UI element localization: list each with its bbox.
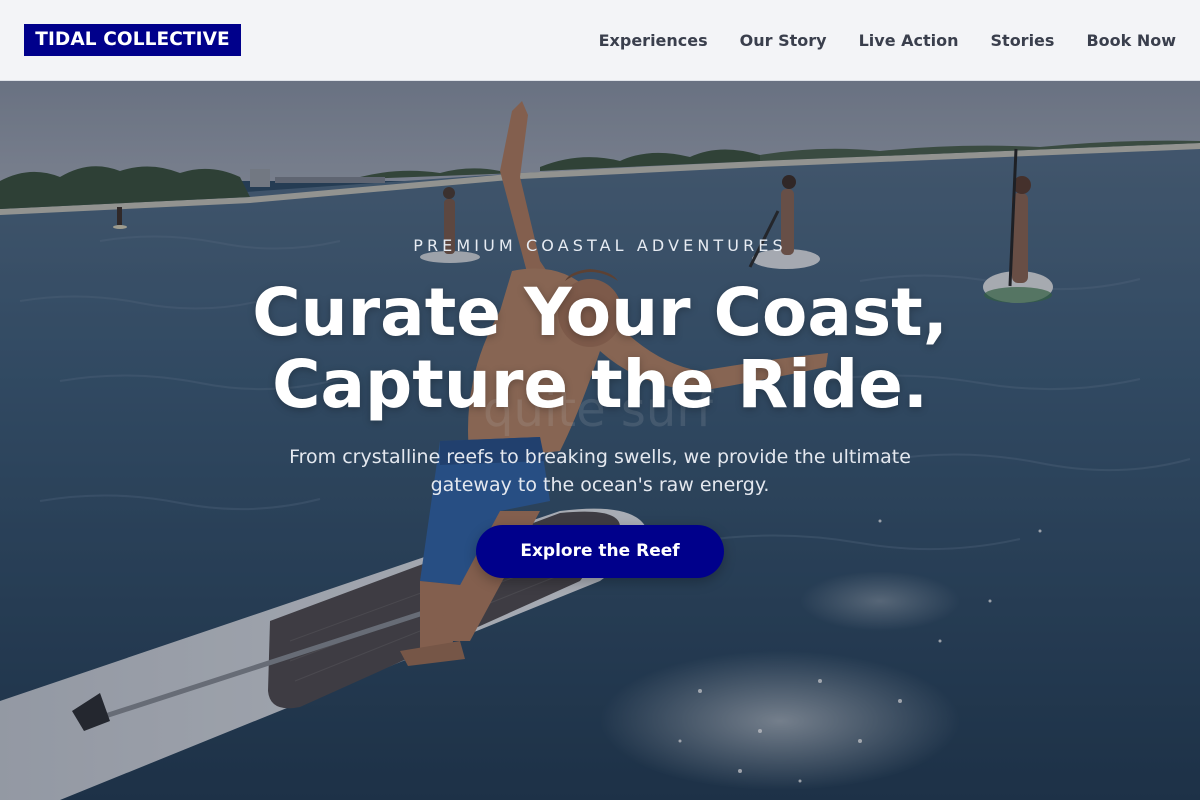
nav-item-stories[interactable]: Stories <box>991 31 1055 50</box>
hero-section: quite surf PREMIUM COASTAL ADVENTURES Cu… <box>0 81 1200 800</box>
hero-eyebrow: PREMIUM COASTAL ADVENTURES <box>413 236 787 255</box>
nav-item-our-story[interactable]: Our Story <box>740 31 827 50</box>
hero-headline-line-2: Capture the Ride. <box>272 346 928 423</box>
explore-reef-button[interactable]: Explore the Reef <box>476 525 724 578</box>
hero-headline: Curate Your Coast, Capture the Ride. <box>0 277 1200 421</box>
hero-subtext: From crystalline reefs to breaking swell… <box>260 443 940 499</box>
hero-headline-line-1: Curate Your Coast, <box>252 274 948 351</box>
main-nav: Experiences Our Story Live Action Storie… <box>599 0 1176 80</box>
brand-logo[interactable]: TIDAL COLLECTIVE <box>24 24 241 56</box>
nav-item-live-action[interactable]: Live Action <box>859 31 959 50</box>
hero-subtext-line-2: gateway to the ocean's raw energy. <box>430 474 770 496</box>
hero-content: PREMIUM COASTAL ADVENTURES Curate Your C… <box>0 81 1200 800</box>
hero-subtext-line-1: From crystalline reefs to breaking swell… <box>289 446 911 468</box>
site-header: TIDAL COLLECTIVE Experiences Our Story L… <box>0 0 1200 81</box>
nav-item-book-now[interactable]: Book Now <box>1086 31 1176 50</box>
nav-item-experiences[interactable]: Experiences <box>599 31 708 50</box>
